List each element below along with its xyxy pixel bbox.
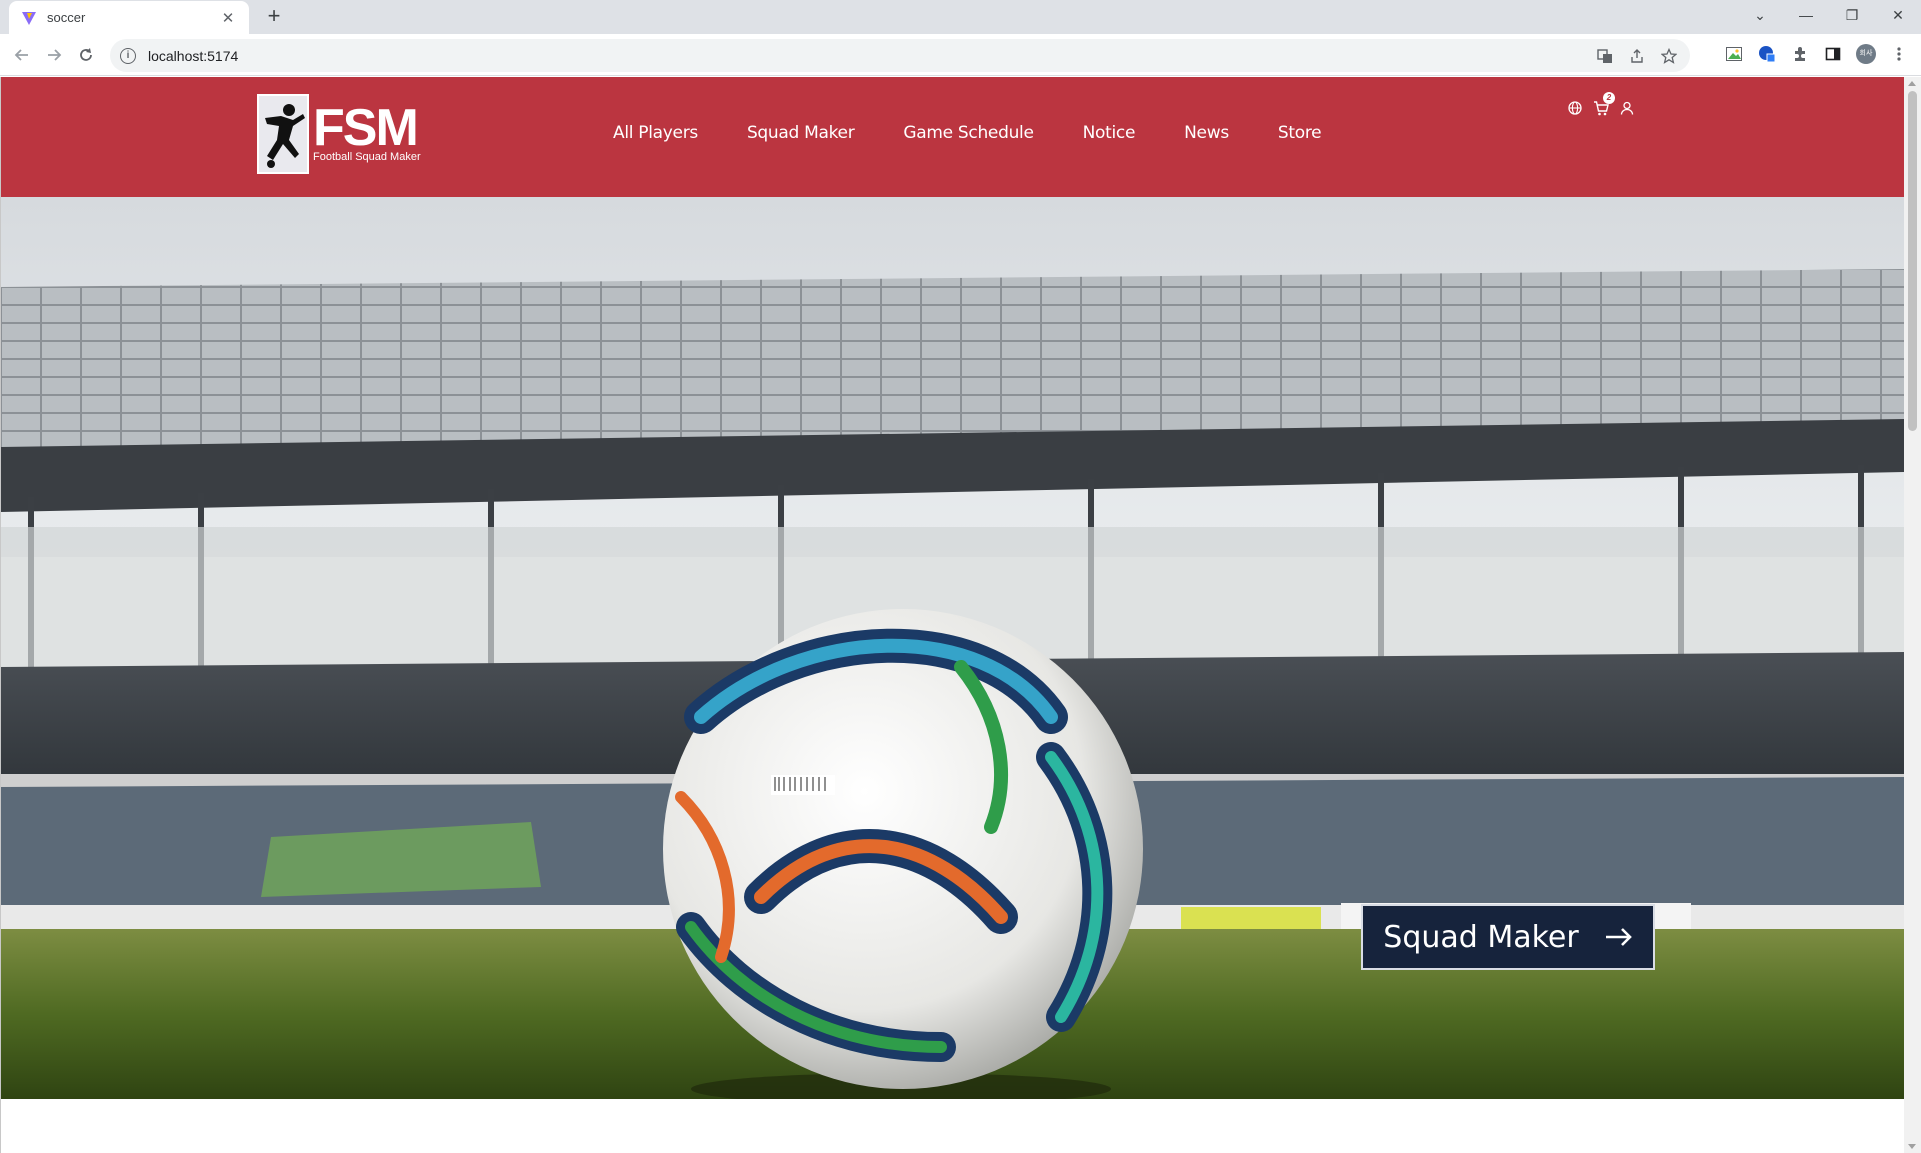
- nav-store[interactable]: Store: [1278, 123, 1322, 143]
- logo-wordmark: FSM: [313, 99, 419, 157]
- site-info-icon[interactable]: i: [120, 47, 136, 64]
- restore-button[interactable]: ❐: [1829, 0, 1875, 30]
- forward-arrow-icon[interactable]: [42, 43, 66, 67]
- close-window-button[interactable]: ✕: [1875, 0, 1921, 30]
- profile-avatar[interactable]: 회사: [1856, 44, 1876, 64]
- site-logo[interactable]: FSM Football Squad Maker: [257, 94, 433, 174]
- scrollbar-thumb[interactable]: [1908, 91, 1917, 431]
- nav-all-players[interactable]: All Players: [613, 123, 698, 143]
- browser-toolbar: i localhost:5174 회사: [0, 34, 1921, 76]
- sync-extension-icon[interactable]: [1757, 44, 1777, 64]
- address-bar[interactable]: i localhost:5174: [110, 39, 1690, 72]
- share-icon[interactable]: [1628, 47, 1646, 65]
- scroll-up-arrow-icon[interactable]: [1908, 81, 1916, 86]
- nav-news[interactable]: News: [1184, 123, 1229, 143]
- new-tab-button[interactable]: +: [262, 5, 286, 29]
- extensions-puzzle-icon[interactable]: [1790, 44, 1810, 64]
- cart-icon[interactable]: 2: [1593, 92, 1615, 116]
- cart-count-badge: 2: [1603, 92, 1615, 104]
- translate-icon[interactable]: [1596, 47, 1614, 65]
- nav-squad-maker[interactable]: Squad Maker: [747, 123, 855, 143]
- browser-tab-strip: soccer ✕ + ⌄ — ❐ ✕: [0, 0, 1921, 34]
- nav-game-schedule[interactable]: Game Schedule: [903, 123, 1034, 143]
- tab-close-icon[interactable]: ✕: [219, 9, 237, 27]
- nav-notice[interactable]: Notice: [1083, 123, 1136, 143]
- vite-favicon-icon: [21, 10, 37, 26]
- address-url: localhost:5174: [148, 47, 239, 64]
- squad-maker-cta-button[interactable]: Squad Maker: [1361, 904, 1655, 970]
- site-header: FSM Football Squad Maker All Players Squ…: [1, 77, 1904, 197]
- logo-player-emblem: [257, 94, 309, 174]
- globe-icon[interactable]: [1567, 100, 1583, 116]
- image-extension-icon[interactable]: [1724, 44, 1744, 64]
- browser-menu-icon[interactable]: [1889, 44, 1909, 64]
- browser-tab[interactable]: soccer ✕: [9, 1, 249, 34]
- tab-search-chevron-icon[interactable]: ⌄: [1737, 0, 1783, 30]
- minimize-button[interactable]: —: [1783, 0, 1829, 30]
- scroll-down-arrow-icon[interactable]: [1908, 1144, 1916, 1149]
- user-icon[interactable]: [1619, 100, 1635, 116]
- hero-banner: Squad Maker: [1, 197, 1904, 1099]
- page-viewport: FSM Football Squad Maker All Players Squ…: [0, 77, 1904, 1153]
- back-arrow-icon[interactable]: [10, 43, 34, 67]
- page-scrollbar[interactable]: [1904, 77, 1921, 1153]
- reload-icon[interactable]: [74, 43, 98, 67]
- logo-tagline: Football Squad Maker: [313, 151, 421, 163]
- arrow-right-icon: [1605, 927, 1633, 947]
- side-panel-icon[interactable]: [1823, 44, 1843, 64]
- cta-label: Squad Maker: [1383, 919, 1579, 955]
- bookmark-star-icon[interactable]: [1660, 47, 1678, 65]
- main-navigation: All Players Squad Maker Game Schedule No…: [613, 123, 1370, 143]
- tab-title: soccer: [47, 10, 86, 25]
